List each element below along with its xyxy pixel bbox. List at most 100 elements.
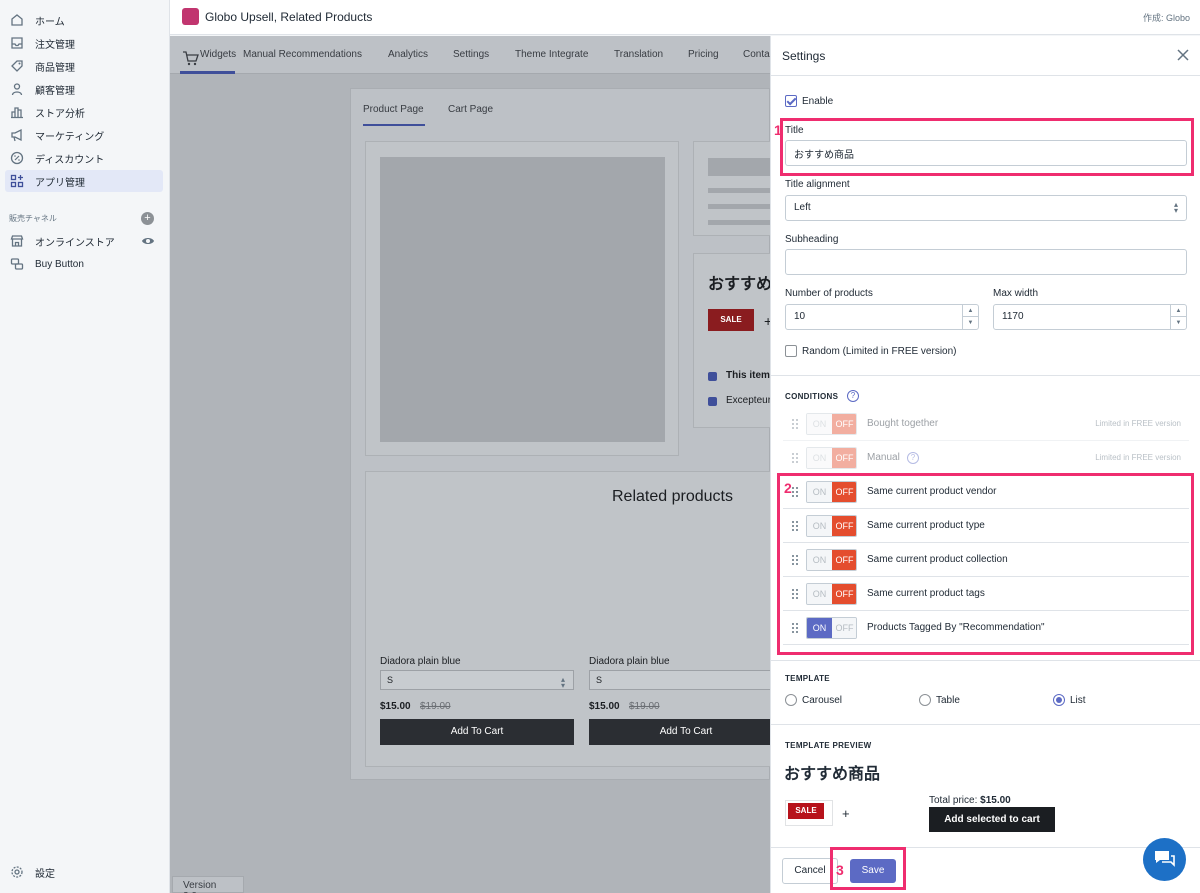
condition-row[interactable]: ON OFF Manual? Limited in FREE version: [783, 441, 1189, 475]
sidebar-item-buy-button[interactable]: Buy Button: [5, 253, 163, 275]
version-label: Version 2.0: [172, 876, 244, 893]
title-alignment-label: Title alignment: [785, 179, 850, 190]
tab-manual-recommendations[interactable]: Manual Recommendations: [243, 49, 362, 60]
bg-item-label: Excepteur: [726, 395, 772, 406]
template-table-radio[interactable]: [919, 694, 931, 706]
total-price-label: Total price:: [929, 795, 978, 806]
sidebar-item-label: Buy Button: [35, 258, 84, 270]
tab-pricing[interactable]: Pricing: [688, 49, 719, 60]
stepper-icon[interactable]: ▲ ▼: [962, 305, 978, 329]
subheading-input[interactable]: [785, 249, 1187, 275]
annotation-box-title: [780, 118, 1194, 176]
condition-toggle[interactable]: ON OFF: [806, 447, 857, 469]
sidebar-item-apps[interactable]: アプリ管理: [5, 170, 163, 192]
person-icon: [9, 81, 25, 97]
subtab-product-page[interactable]: Product Page: [363, 104, 424, 115]
app-title: Globo Upsell, Related Products: [205, 10, 373, 24]
sidebar-item-label: オンラインストア: [35, 237, 115, 249]
sidebar-item-label: 顧客管理: [35, 85, 75, 97]
sidebar-item-marketing[interactable]: マーケティング: [5, 124, 163, 146]
annotation-number: 3: [836, 862, 844, 878]
chat-button[interactable]: [1143, 838, 1186, 881]
num-products-input[interactable]: 10 ▲ ▼: [785, 304, 979, 330]
sidebar-item-customers[interactable]: 顧客管理: [5, 78, 163, 100]
subtab-cart-page[interactable]: Cart Page: [448, 104, 493, 115]
stepper-icon[interactable]: ▲ ▼: [1170, 305, 1186, 329]
sidebar-item-label: ディスカウント: [35, 154, 105, 166]
sidebar-item-discounts[interactable]: ディスカウント: [5, 147, 163, 169]
max-width-input[interactable]: 1170 ▲ ▼: [993, 304, 1187, 330]
tab-active-indicator: [180, 71, 235, 74]
panel-title: Settings: [782, 49, 826, 63]
conditions-heading: CONDITIONS: [785, 392, 839, 401]
tab-analytics[interactable]: Analytics: [388, 49, 428, 60]
title-alignment-value: Left: [794, 202, 811, 213]
variant-select[interactable]: S ▴ ▾: [380, 670, 574, 690]
app-author: 作成: Globo: [1142, 13, 1190, 23]
main-content: Widgets Manual Recommendations Analytics…: [170, 36, 783, 893]
bar-chart-icon: [9, 104, 25, 120]
add-to-cart-button[interactable]: Add To Cart: [380, 719, 574, 745]
drag-handle-icon[interactable]: [792, 453, 798, 463]
condition-toggle[interactable]: ON OFF: [806, 413, 857, 435]
close-icon[interactable]: [1175, 47, 1191, 63]
help-icon[interactable]: ?: [907, 452, 919, 464]
tab-settings[interactable]: Settings: [453, 49, 489, 60]
buy-button-icon: [9, 256, 25, 272]
sidebar-item-orders[interactable]: 注文管理: [5, 32, 163, 54]
gear-icon: [9, 864, 25, 880]
title-alignment-select[interactable]: Left ▴ ▾: [785, 195, 1187, 221]
skeleton-line: [708, 188, 778, 193]
drag-handle-icon[interactable]: [792, 419, 798, 429]
tab-translation[interactable]: Translation: [614, 49, 663, 60]
sidebar-item-settings[interactable]: 設定: [5, 861, 163, 883]
template-preview-heading: TEMPLATE PREVIEW: [785, 741, 872, 750]
toggle-on-label: ON: [807, 448, 832, 468]
variant-value: S: [596, 675, 603, 685]
sidebar-item-analytics[interactable]: ストア分析: [5, 101, 163, 123]
random-checkbox[interactable]: [785, 345, 797, 357]
add-channel-plus-icon[interactable]: +: [141, 212, 154, 225]
tab-theme-integrate[interactable]: Theme Integrate: [515, 49, 588, 60]
help-icon[interactable]: ?: [847, 390, 859, 402]
variant-value: S: [387, 675, 394, 685]
eye-icon[interactable]: [141, 235, 155, 250]
toggle-on-label: ON: [807, 414, 832, 434]
panel-header: Settings: [771, 36, 1200, 76]
sale-badge: SALE: [788, 803, 824, 819]
sidebar-item-label: ストア分析: [35, 108, 85, 120]
subheading-label: Subheading: [785, 234, 839, 245]
app-logo-icon: [182, 8, 199, 25]
home-icon: [9, 12, 25, 28]
sidebar-item-label: 商品管理: [35, 62, 75, 74]
template-carousel-radio[interactable]: [785, 694, 797, 706]
add-to-cart-button[interactable]: Add To Cart: [589, 719, 783, 745]
divider: [771, 724, 1200, 725]
random-label: Random (Limited in FREE version): [802, 346, 957, 357]
tab-widgets[interactable]: Widgets: [200, 49, 236, 60]
variant-select[interactable]: S: [589, 670, 783, 690]
app-header: Globo Upsell, Related Products 作成: Globo: [170, 0, 1200, 35]
template-list-radio[interactable]: [1053, 694, 1065, 706]
tab-contact[interactable]: Conta: [743, 49, 770, 60]
sales-channels-label: 販売チャネル: [9, 214, 57, 223]
add-selected-to-cart-button[interactable]: Add selected to cart: [929, 807, 1055, 832]
widget-preview-card: Product Page Cart Page おすすめ SALE + This …: [350, 88, 783, 780]
product-image-placeholder: [380, 157, 665, 442]
apps-icon: [9, 173, 25, 189]
sidebar-item-label: 設定: [35, 868, 55, 880]
skeleton-line: [708, 220, 778, 225]
product-price: $15.00: [380, 701, 411, 712]
sidebar-item-products[interactable]: 商品管理: [5, 55, 163, 77]
enable-checkbox[interactable]: [785, 95, 797, 107]
sale-image: SALE: [708, 309, 754, 331]
condition-row[interactable]: ON OFF Bought together Limited in FREE vers…: [783, 407, 1189, 441]
select-arrow-icon: ▴ ▾: [560, 675, 565, 690]
total-price-value: $15.00: [980, 795, 1011, 806]
preview-product-image: SALE: [785, 800, 833, 826]
template-option-label: List: [1070, 695, 1086, 706]
sidebar-item-home[interactable]: ホーム: [5, 9, 163, 31]
annotation-number: 2: [784, 480, 792, 496]
app-tabs: Widgets Manual Recommendations Analytics…: [170, 36, 770, 74]
sidebar-item-online-store[interactable]: オンラインストア: [5, 230, 163, 252]
